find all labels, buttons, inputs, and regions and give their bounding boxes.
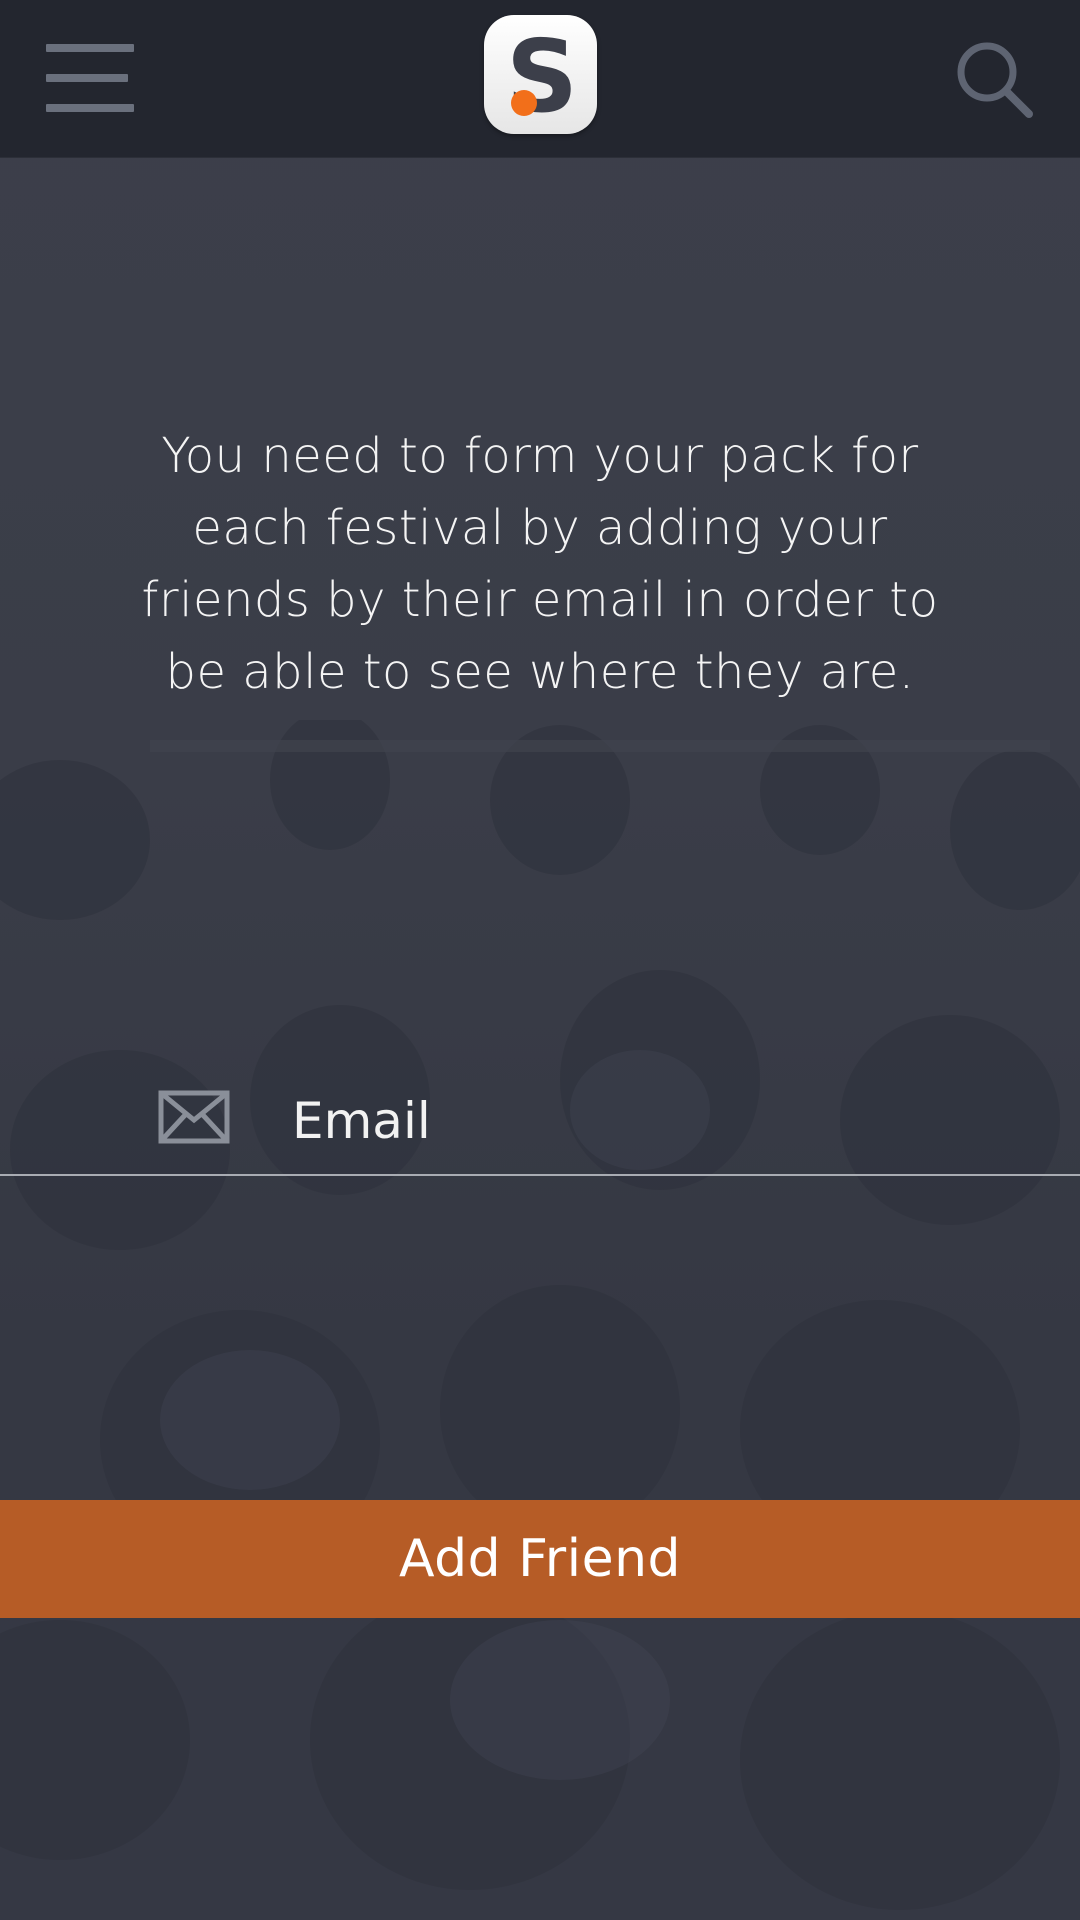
logo-letter: S [506,18,578,134]
crowd-background-image [0,720,1080,1910]
email-field-underline [0,1174,1080,1176]
magnifier-icon[interactable] [955,40,1035,120]
app-logo[interactable]: S [484,15,597,135]
hamburger-menu-icon[interactable] [46,42,136,114]
menu-line [46,44,134,52]
instruction-message: You need to form your pack for each fest… [141,428,939,700]
top-bar: S [0,0,1080,158]
logo-s-icon: S [506,18,578,135]
menu-line [46,74,128,82]
add-friend-screen: S You need to form your pack for each fe… [0,0,1080,1920]
add-friend-button[interactable]: Add Friend [0,1500,1080,1618]
email-field-row [0,1085,1080,1175]
logo-orange-dot [511,90,537,116]
envelope-icon [158,1090,230,1144]
email-input[interactable] [292,1085,1052,1157]
menu-line [46,104,134,112]
